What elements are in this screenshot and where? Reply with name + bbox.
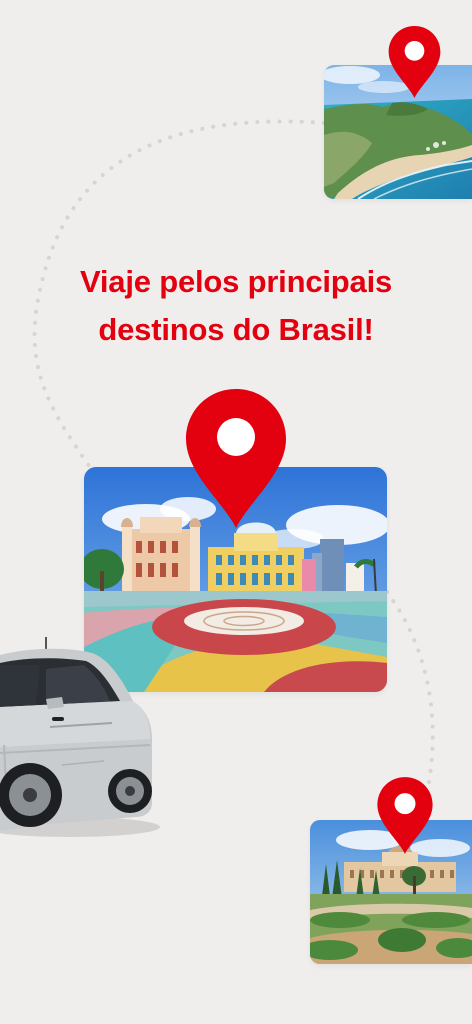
map-pin-icon — [387, 25, 442, 99]
headline-line-1: Viaje pelos principais — [79, 264, 393, 299]
car-illustration — [0, 635, 160, 845]
onboarding-screen: Viaje pelos principais destinos do Brasi… — [0, 0, 472, 1024]
silver-hatchback — [0, 637, 160, 837]
map-pin-icon — [376, 776, 434, 855]
headline: Viaje pelos principais destinos do Brasi… — [36, 258, 436, 354]
map-pin-icon — [184, 387, 288, 530]
headline-line-2: destinos do Brasil! — [98, 312, 374, 347]
